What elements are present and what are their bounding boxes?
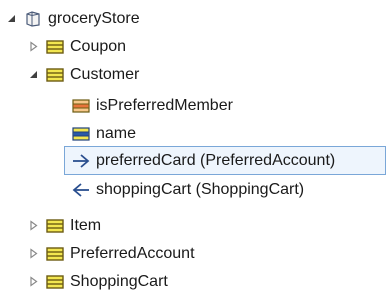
tree-node-label: ShoppingCart xyxy=(70,273,168,290)
tree-node-preferredcard[interactable]: preferredCard (PreferredAccount) xyxy=(64,146,386,175)
tree-node-shoppingcart[interactable]: ShoppingCart xyxy=(28,268,168,295)
tree-node-label: Item xyxy=(70,217,102,234)
tree-node-label: Customer xyxy=(70,66,140,83)
tree-node-item[interactable]: Item xyxy=(28,212,101,239)
collapsed-arrow-icon[interactable] xyxy=(28,220,39,231)
tree-node-customer[interactable]: Customer xyxy=(28,61,139,88)
tree-node-ispreferredmember[interactable]: isPreferredMember xyxy=(72,92,233,119)
tree-node-grocerystore[interactable]: groceryStore xyxy=(6,5,140,32)
package-icon xyxy=(24,10,42,27)
class-icon xyxy=(46,67,64,83)
tree-node-label: isPreferredMember xyxy=(96,97,233,114)
tree-node-label: name xyxy=(96,125,137,142)
tree-node-label: shoppingCart (ShoppingCart) xyxy=(96,181,305,198)
tree-node-label: preferredCard (PreferredAccount) xyxy=(96,152,336,169)
class-icon xyxy=(46,39,64,55)
reference-out-icon xyxy=(72,153,90,169)
collapsed-arrow-icon[interactable] xyxy=(28,276,39,287)
tree-node-label: Coupon xyxy=(70,38,127,55)
class-icon xyxy=(46,274,64,290)
expanded-arrow-icon[interactable] xyxy=(28,69,39,80)
expanded-arrow-icon[interactable] xyxy=(6,13,17,24)
class-icon xyxy=(46,218,64,234)
boolean-attribute-icon xyxy=(72,98,90,114)
collapsed-arrow-icon[interactable] xyxy=(28,41,39,52)
model-tree: groceryStore Coupon Customer isPreferred… xyxy=(0,0,386,296)
tree-node-label: PreferredAccount xyxy=(70,245,195,262)
reference-in-icon xyxy=(72,182,90,198)
tree-node-label: groceryStore xyxy=(48,10,140,27)
collapsed-arrow-icon[interactable] xyxy=(28,248,39,259)
tree-node-preferredaccount[interactable]: PreferredAccount xyxy=(28,240,195,267)
tree-node-shoppingcart-reference[interactable]: shoppingCart (ShoppingCart) xyxy=(72,176,304,203)
class-icon xyxy=(46,246,64,262)
tree-node-coupon[interactable]: Coupon xyxy=(28,33,126,60)
string-attribute-icon xyxy=(72,126,90,142)
tree-node-name[interactable]: name xyxy=(72,120,136,147)
